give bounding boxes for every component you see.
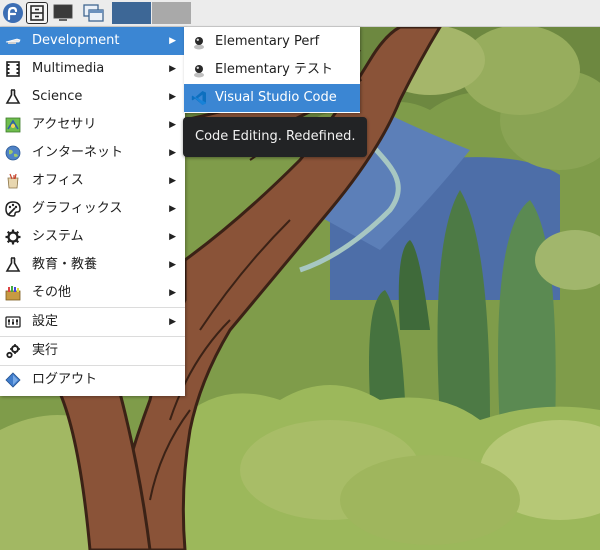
internet-globe-icon [5,145,21,161]
submenu-arrow-icon: ▶ [169,204,176,214]
menu-item-label: アクセサリ [32,117,97,132]
submenu-arrow-icon: ▶ [169,317,176,327]
submenu-arrow-icon: ▶ [169,36,176,46]
logout-icon [5,372,21,388]
science-flask-icon [5,89,21,104]
menu-item-label: Development [32,33,120,48]
menu-item-label: Science [32,89,83,104]
submenu-arrow-icon: ▶ [169,64,176,74]
system-gear-icon [5,229,21,245]
submenu-item-label: Elementary テスト [215,62,333,77]
menu-item-graphics[interactable]: グラフィックス ▶ [0,195,185,223]
file-cabinet-icon [30,5,44,21]
elementary-icon [194,65,204,78]
run-gears-icon [6,344,20,359]
vscode-icon [191,91,206,105]
menu-item-system[interactable]: システム ▶ [0,223,185,251]
development-icon [5,38,21,44]
development-submenu: Elementary Perf Elementary テスト Visual St… [184,27,360,113]
menu-item-development[interactable]: Development ▶ [0,27,185,55]
menu-item-label: Multimedia [32,61,105,76]
elementary-icon [194,37,204,50]
top-panel [0,0,600,27]
menu-item-internet[interactable]: インターネット ▶ [0,139,185,167]
menu-item-science[interactable]: Science ▶ [0,83,185,111]
menu-item-label: オフィス [32,173,84,188]
show-windows-button[interactable] [82,2,106,24]
other-box-icon [5,286,21,301]
workspace-1[interactable] [112,2,151,24]
submenu-item-label: Visual Studio Code [215,90,337,105]
terminal-button[interactable] [52,2,74,24]
submenu-arrow-icon: ▶ [169,120,176,130]
menu-item-label: グラフィックス [32,201,123,216]
windows-icon [83,4,104,22]
menu-item-label: システム [32,229,84,244]
tooltip: Code Editing. Redefined. [183,117,368,157]
office-icon [7,173,19,189]
menu-item-settings[interactable]: 設定 ▶ [0,308,185,336]
submenu-arrow-icon: ▶ [169,260,176,270]
submenu-arrow-icon: ▶ [169,288,176,298]
fedora-icon [3,3,23,23]
graphics-palette-icon [5,201,21,217]
menu-item-accessories[interactable]: アクセサリ ▶ [0,111,185,139]
accessories-icon [5,117,21,133]
submenu-item-elementary-test[interactable]: Elementary テスト [184,56,360,84]
menu-item-label: 教育・教養 [32,257,98,272]
menu-item-label: ログアウト [32,372,98,387]
submenu-item-visual-studio-code[interactable]: Visual Studio Code [184,84,360,112]
monitor-icon [53,4,73,21]
menu-item-education[interactable]: 教育・教養 ▶ [0,251,185,279]
application-menu: Development ▶ Multimedia ▶ Science ▶ アクセ… [0,27,185,396]
submenu-arrow-icon: ▶ [169,92,176,102]
submenu-item-elementary-perf[interactable]: Elementary Perf [184,28,360,56]
menu-item-label: 実行 [32,343,59,358]
menu-item-run[interactable]: 実行 [0,337,185,365]
education-flask-icon [5,257,21,272]
submenu-arrow-icon: ▶ [169,148,176,158]
workspace-2[interactable] [152,2,191,24]
menu-item-other[interactable]: その他 ▶ [0,279,185,307]
multimedia-icon [6,61,20,77]
submenu-arrow-icon: ▶ [169,176,176,186]
menu-item-multimedia[interactable]: Multimedia ▶ [0,55,185,83]
menu-item-office[interactable]: オフィス ▶ [0,167,185,195]
application-menu-button[interactable] [2,2,24,24]
menu-item-label: 設定 [32,314,59,329]
file-manager-button[interactable] [26,2,48,24]
submenu-arrow-icon: ▶ [169,232,176,242]
settings-icon [5,316,21,328]
submenu-item-label: Elementary Perf [215,34,320,49]
menu-item-label: インターネット [32,145,124,160]
menu-item-logout[interactable]: ログアウト [0,366,185,394]
menu-item-label: その他 [32,285,72,300]
